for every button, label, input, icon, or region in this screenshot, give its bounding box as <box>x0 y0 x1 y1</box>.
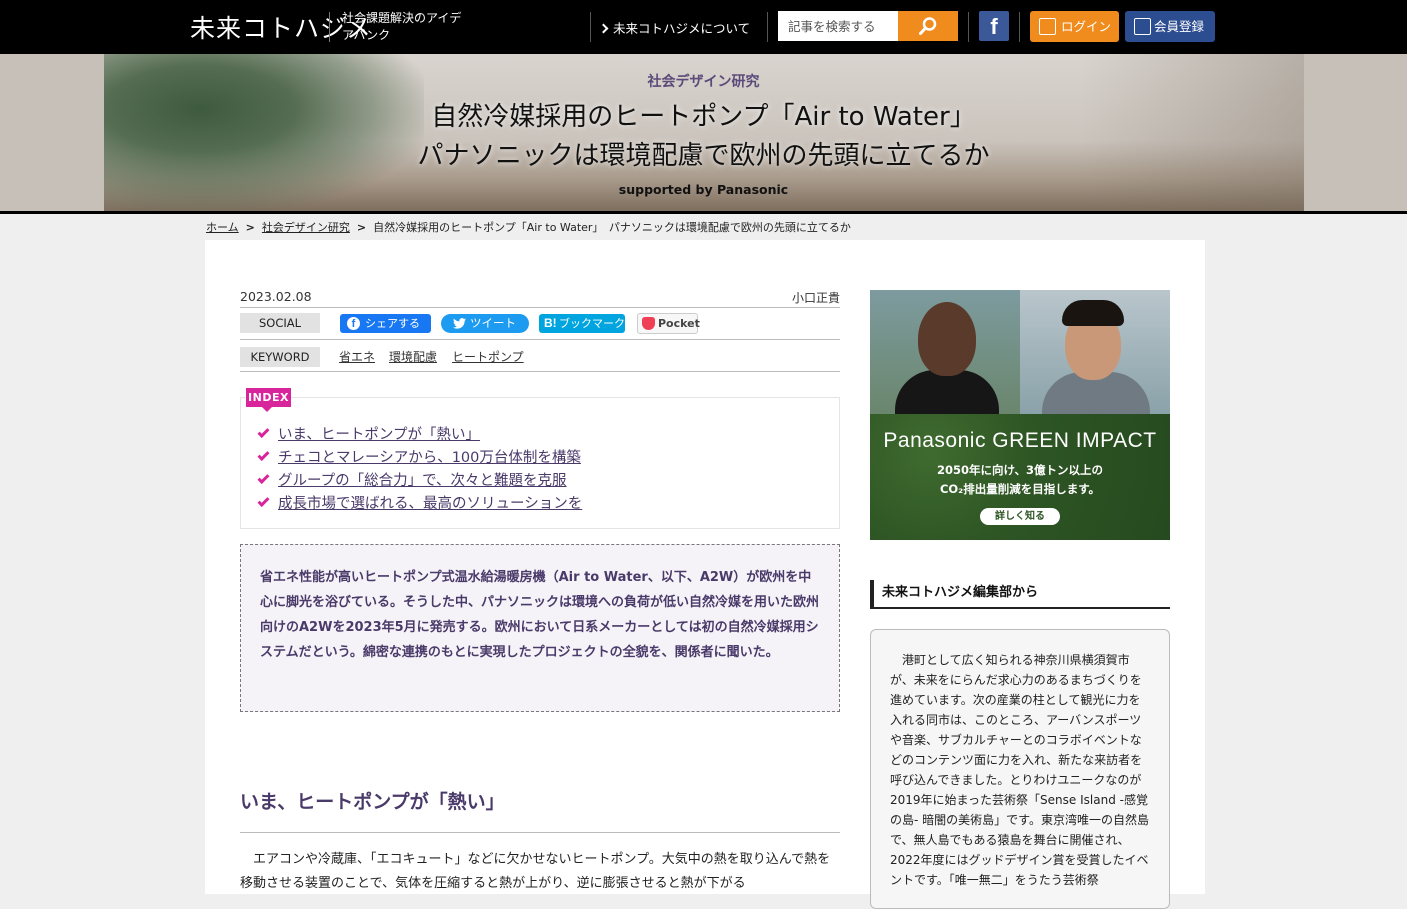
breadcrumb-current: 自然冷媒採用のヒートポンプ「Air to Water」 パナソニックは環境配慮で… <box>373 221 851 234</box>
toc-item[interactable]: グループの「総合力」で、次々と難題を克服 <box>257 469 567 490</box>
about-link[interactable]: 未来コトハジメについて <box>598 18 751 37</box>
login-button[interactable]: ログイン <box>1030 11 1119 42</box>
editorial-text: 港町として広く知られる神奈川県横須賀市が、未来をにらんだ求心力のあるまちづくりを… <box>890 653 1149 887</box>
twitter-share-button[interactable]: ツイート <box>441 314 529 333</box>
hatena-bookmark-button[interactable]: B! ブックマーク <box>539 314 625 333</box>
nav-divider <box>590 12 591 42</box>
article-author[interactable]: 小口正貴 <box>760 289 840 306</box>
breadcrumb-home[interactable]: ホーム <box>206 221 239 234</box>
section-heading: いま、ヒートポンプが「熱い」 <box>240 791 505 813</box>
ad-brand: Panasonic GREEN IMPACT <box>883 429 1157 452</box>
top-navigation-bar: 未来コトハジメ 社会課題解決のアイデアバンク 未来コトハジメについて f ログイ… <box>0 0 1407 54</box>
keyword-link[interactable]: ヒートポンプ <box>452 348 524 365</box>
hero-bottom-rule <box>0 211 1407 214</box>
keyword-link[interactable]: 環境配慮 <box>389 348 437 365</box>
social-label: SOCIAL <box>240 313 320 333</box>
hero-sponsor: supported by Panasonic <box>618 182 789 197</box>
ad-person-face <box>918 302 976 376</box>
toc-item-label: グループの「総合力」で、次々と難題を克服 <box>278 473 567 489</box>
title-line-2: パナソニックは環境配慮で欧州の先頭に立てるか <box>417 141 990 171</box>
search-input[interactable] <box>778 11 898 41</box>
ad-copy-line-2: CO₂排出量削減を目指します。 <box>939 482 1101 496</box>
keyword-label: KEYWORD <box>240 347 320 367</box>
register-button[interactable]: 会員登録 <box>1125 11 1215 42</box>
facebook-button[interactable]: f <box>979 11 1009 41</box>
logo-divider <box>329 12 330 42</box>
toc-item-label: いま、ヒートポンプが「熱い」 <box>278 427 480 443</box>
facebook-share-label: シェアする <box>365 317 420 330</box>
hero-category: 社会デザイン研究 <box>647 74 760 90</box>
search-icon <box>919 17 937 35</box>
search-button[interactable] <box>898 11 958 41</box>
ad-person-body <box>895 370 999 420</box>
hatena-bookmark-label: ブックマーク <box>559 317 625 330</box>
pocket-label: Pocket <box>658 317 700 330</box>
sidebar-ad-banner[interactable]: Panasonic GREEN IMPACT 2050年に向け、3億トン以上の … <box>870 290 1170 540</box>
checkmark-icon <box>257 494 270 508</box>
ad-person-hair <box>1062 300 1124 326</box>
twitter-bird-icon <box>453 318 466 329</box>
user-icon <box>1134 18 1151 35</box>
index-tag: INDEX <box>246 388 291 412</box>
editorial-heading: 未来コトハジメ編集部から <box>870 580 1170 609</box>
divider <box>240 371 840 372</box>
checkmark-icon <box>257 448 270 462</box>
nav-divider <box>968 12 969 42</box>
register-label: 会員登録 <box>1154 19 1205 34</box>
nav-divider <box>1019 12 1020 42</box>
article-date: 2023.02.08 <box>240 289 312 304</box>
login-label: ログイン <box>1061 19 1112 34</box>
checkmark-icon <box>257 471 270 485</box>
page-title: 自然冷媒採用のヒートポンプ「Air to Water」 パナソニックは環境配慮で… <box>0 98 1407 176</box>
section-heading-rule <box>240 832 840 833</box>
facebook-icon: f <box>347 317 360 330</box>
toc-item[interactable]: いま、ヒートポンプが「熱い」 <box>257 423 480 444</box>
ad-person-left <box>870 290 1020 420</box>
ad-copy-line-1: 2050年に向け、3億トン以上の <box>937 463 1103 477</box>
divider <box>240 307 840 308</box>
facebook-share-button[interactable]: f シェアする <box>340 314 431 333</box>
divider <box>240 339 840 340</box>
breadcrumb-separator: > <box>245 221 255 234</box>
facebook-icon: f <box>990 14 998 39</box>
toc-item[interactable]: 成長市場で選ばれる、最高のソリューションを <box>257 492 583 513</box>
ad-person-right <box>1020 290 1170 422</box>
breadcrumb-category[interactable]: 社会デザイン研究 <box>262 221 350 234</box>
hatena-icon: B! <box>544 316 557 330</box>
checkmark-icon <box>257 425 270 439</box>
chevron-right-icon <box>598 23 609 34</box>
nav-divider <box>767 12 768 42</box>
toc-item-label: 成長市場で選ばれる、最高のソリューションを <box>278 496 583 512</box>
hero-banner: 社会デザイン研究 自然冷媒採用のヒートポンプ「Air to Water」 パナソ… <box>0 54 1407 211</box>
login-icon <box>1039 18 1056 35</box>
twitter-share-label: ツイート <box>470 316 516 330</box>
title-line-1: 自然冷媒採用のヒートポンプ「Air to Water」 <box>431 102 976 132</box>
article-body: エアコンや冷蔵庫、「エコキュート」などに欠かせないヒートポンプ。大気中の熱を取り… <box>240 852 831 891</box>
ad-learn-more-button[interactable]: 詳しく知る <box>980 508 1060 525</box>
about-link-label: 未来コトハジメについて <box>613 21 751 36</box>
article-lead: 省エネ性能が高いヒートポンプ式温水給湯暖房機（Air to Water、以下、A… <box>260 570 820 660</box>
breadcrumb: ホーム > 社会デザイン研究 > 自然冷媒採用のヒートポンプ「Air to Water」… <box>206 219 851 235</box>
pocket-button[interactable]: Pocket <box>637 313 700 334</box>
toc-item-label: チェコとマレーシアから、100万台体制を構築 <box>278 450 581 466</box>
site-tagline: 社会課題解決のアイデアバンク <box>342 11 462 42</box>
keyword-link[interactable]: 省エネ <box>339 348 375 365</box>
toc-item[interactable]: チェコとマレーシアから、100万台体制を構築 <box>257 446 581 467</box>
pocket-icon <box>642 317 655 330</box>
breadcrumb-separator: > <box>356 221 367 234</box>
